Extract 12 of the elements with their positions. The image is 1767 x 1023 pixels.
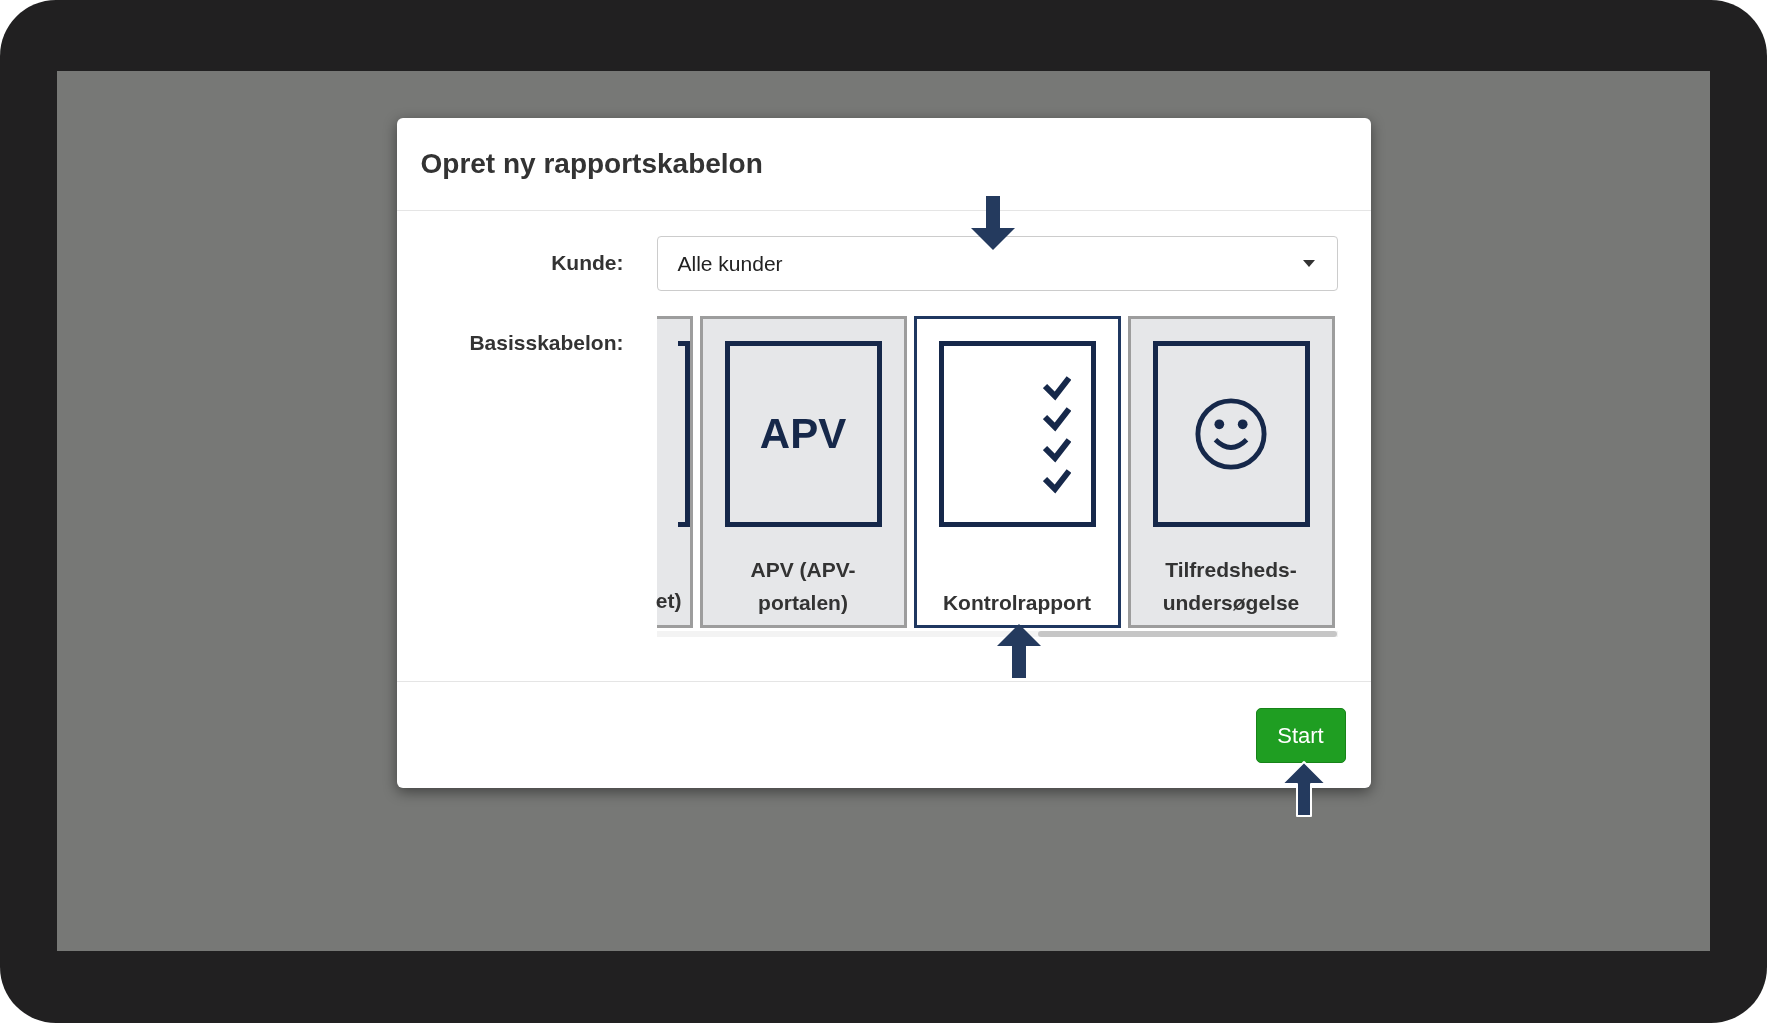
start-button[interactable]: Start	[1255, 708, 1346, 763]
caret-icon	[1302, 260, 1315, 267]
dialog-title: Opret ny rapportskabelon	[420, 148, 763, 180]
template-card[interactable]: et)	[656, 316, 693, 628]
document-icon: APV	[724, 341, 882, 527]
template-card[interactable]: Kontrolrapport	[913, 316, 1121, 628]
field-label: Basisskabelon:	[468, 330, 624, 356]
customer-dropdown[interactable]: Alle kunder	[656, 236, 1338, 291]
template-card[interactable]: APV APV (APV-portalen)	[699, 316, 907, 628]
field-label: Kunde:	[550, 250, 624, 276]
template-card[interactable]: Tilfredsheds-undersøgelse	[1127, 316, 1335, 628]
scrollbar-thumb[interactable]	[1037, 631, 1338, 637]
